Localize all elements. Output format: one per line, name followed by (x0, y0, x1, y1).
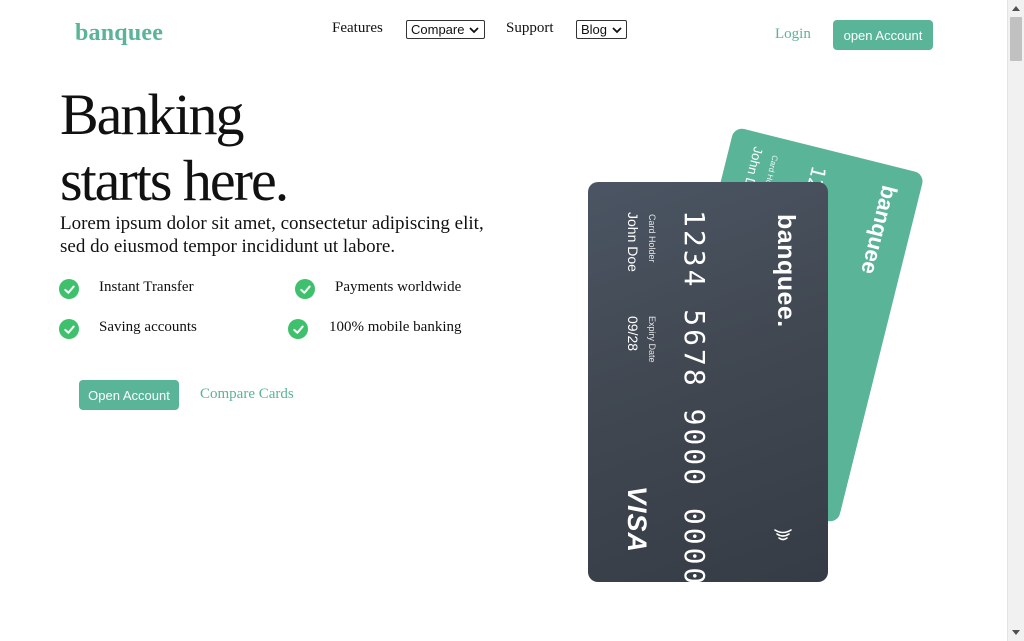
nav-compare-select[interactable]: Compare (406, 20, 485, 39)
feature-item (295, 279, 315, 299)
feature-label: Instant Transfer (99, 279, 194, 295)
brand-logo[interactable]: banquee (75, 20, 163, 47)
compare-cards-link[interactable]: Compare Cards (200, 386, 294, 403)
check-circle-icon (59, 319, 79, 339)
nav-support[interactable]: Support (506, 20, 554, 37)
check-circle-icon (59, 279, 79, 299)
feature-item (59, 279, 79, 299)
card-holder-name: John Doe (625, 212, 641, 272)
feature-item (288, 319, 308, 339)
card-number: 1234 5678 9000 0000 (678, 210, 711, 582)
nav-blog-select[interactable]: Blog (576, 20, 627, 39)
card-expiry-label: Expiry Date (647, 316, 657, 363)
card-brand: banquee. (772, 214, 800, 328)
nav-compare-label: Compare (411, 22, 465, 37)
scroll-down-arrow-icon[interactable] (1012, 630, 1020, 636)
scrollbar-thumb[interactable] (1010, 17, 1022, 61)
feature-label: Saving accounts (99, 319, 197, 335)
card-holder-label: Card Holder (647, 214, 657, 263)
hero-title-line2: starts here. (60, 148, 289, 213)
vertical-scrollbar[interactable] (1007, 0, 1024, 641)
feature-label: Payments worldwide (335, 279, 462, 295)
hero-title: Banking starts here. (60, 82, 289, 214)
nav-blog-label: Blog (581, 22, 608, 37)
credit-card-front: banquee. 1234 5678 9000 0000 Card Holder… (588, 182, 828, 582)
nav-features[interactable]: Features (332, 20, 383, 37)
hero-subtitle: Lorem ipsum dolor sit amet, consectetur … (60, 213, 484, 257)
scroll-up-arrow-icon[interactable] (1012, 5, 1020, 11)
chevron-down-icon (612, 26, 622, 33)
feature-item (59, 319, 79, 339)
check-circle-icon (295, 279, 315, 299)
chevron-down-icon (469, 26, 480, 33)
card-expiry: 09/28 (625, 316, 641, 352)
open-account-button[interactable]: open Account (833, 20, 933, 50)
hero-title-line1: Banking (60, 82, 245, 147)
feature-label: 100% mobile banking (329, 319, 462, 335)
login-link[interactable]: Login (775, 26, 811, 43)
hero-open-account-button[interactable]: Open Account (79, 380, 179, 410)
card-back-brand: banquee (856, 183, 903, 277)
contactless-icon (774, 529, 792, 541)
check-circle-icon (288, 319, 308, 339)
visa-logo: VISA (622, 486, 652, 554)
